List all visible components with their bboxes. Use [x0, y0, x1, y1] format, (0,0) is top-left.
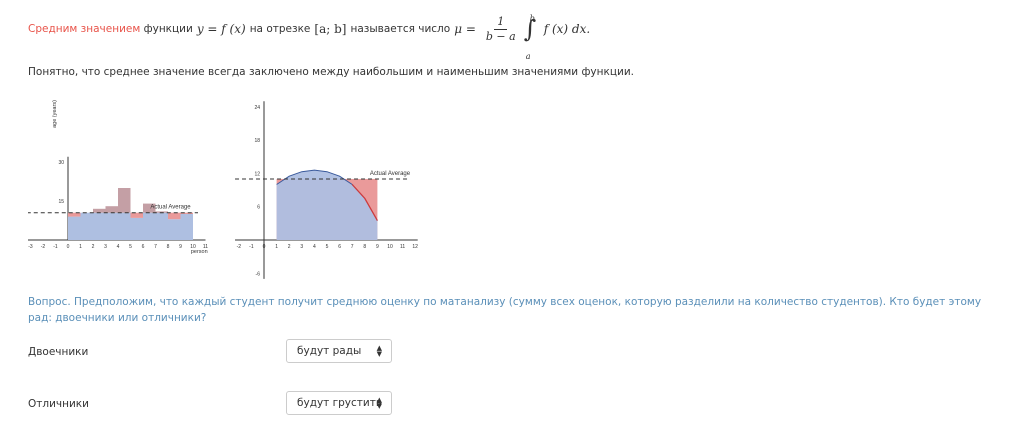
x-tick-label: 0 [263, 244, 266, 250]
x-tick-label: -1 [53, 244, 58, 250]
function-formula: y = f (x) [196, 22, 246, 36]
x-tick-label: -2 [237, 244, 242, 250]
bar-9 [180, 214, 193, 240]
select-failing[interactable]: будут рады ▲ ▼ [286, 339, 392, 363]
bar-3 [105, 212, 118, 240]
definition-text-3: называется число [350, 23, 451, 35]
x-tick-label: 5 [129, 244, 132, 250]
y-axis-label: age (years) [52, 100, 58, 128]
mean-value-definition: Средним значением функции y = f (x) на о… [28, 14, 594, 61]
bar-5 [130, 217, 143, 240]
row-label-excellent: Отличники [28, 398, 89, 410]
bar-2 [93, 212, 106, 240]
x-tick-label: 8 [167, 244, 170, 250]
bar-4 [118, 212, 131, 240]
y-tick-label: 30 [58, 160, 64, 166]
x-tick-label: 5 [326, 244, 329, 250]
bar-chart: Actual Average-3 -2 -1 0 1 2 3 4 5 6 7 8 9 10 11person… [28, 100, 208, 255]
fraction: 1 b − a [483, 15, 519, 44]
definition-text-1: функции [143, 23, 193, 35]
x-tick-label: 12 [412, 244, 418, 250]
x-tick-label: 6 [142, 244, 145, 250]
x-tick-label: 4 [117, 244, 120, 250]
y-tick-label: 12 [254, 171, 260, 177]
average-label: Actual Average [150, 205, 191, 211]
mu-symbol: μ = [454, 22, 476, 36]
x-tick-label: 1 [275, 244, 278, 250]
x-tick-label: 2 [288, 244, 291, 250]
bar-7 [155, 212, 168, 240]
area-chart: Actual Average-2 -1 0 1 2 3 4 5 6 7 8 9 10 11 12-66121… [235, 101, 418, 279]
y-tick-label: -6 [256, 271, 261, 277]
bar-1 [80, 212, 93, 240]
x-tick-label: 3 [104, 244, 107, 250]
integral-upper-bound: b [529, 14, 535, 23]
y-tick-label: 18 [254, 138, 260, 144]
y-tick-label: 15 [58, 199, 64, 205]
x-tick-label: 0 [67, 244, 70, 250]
x-axis-label: person [191, 249, 208, 255]
bar-excess-4 [118, 188, 131, 213]
updown-arrows-icon: ▲ ▼ [376, 344, 382, 358]
x-tick-label: -1 [249, 244, 254, 250]
x-tick-label: 10 [387, 244, 393, 250]
bar-0 [68, 216, 81, 240]
average-label: Actual Average [370, 171, 411, 177]
charts-illustration: Actual Average-3 -2 -1 0 1 2 3 4 5 6 7 8 9 10 11person… [28, 100, 418, 279]
x-tick-label: 7 [154, 244, 157, 250]
updown-arrows-icon: ▲ ▼ [376, 396, 382, 410]
x-tick-label: -2 [41, 244, 46, 250]
x-tick-label: 6 [338, 244, 341, 250]
integrand: f (x) dx. [543, 22, 591, 36]
bar-excess-2 [93, 208, 106, 213]
y-tick-label: 6 [257, 205, 260, 211]
fraction-denominator: b − a [485, 29, 516, 43]
fraction-numerator: 1 [494, 15, 508, 30]
segment-formula: [a; b] [314, 22, 347, 36]
x-tick-label: 2 [92, 244, 95, 250]
x-tick-label: -3 [28, 244, 33, 250]
x-tick-label: 4 [313, 244, 316, 250]
select-failing-value: будут рады [297, 345, 362, 357]
x-tick-label: 8 [363, 244, 366, 250]
bar-deficit-0 [68, 212, 81, 217]
x-tick-label: 7 [351, 244, 354, 250]
x-tick-label: 9 [179, 244, 182, 250]
definition-highlight: Средним значением [28, 23, 141, 35]
x-tick-label: 11 [400, 244, 405, 250]
select-excellent[interactable]: будут грустить ▲ ▼ [286, 391, 392, 415]
row-label-failing: Двоечники [28, 346, 89, 358]
x-tick-label: 9 [376, 244, 379, 250]
integral-sign: ∫ b a [524, 14, 538, 61]
y-tick-label: 24 [254, 105, 260, 111]
bar-deficit-8 [168, 212, 181, 220]
select-excellent-value: будут грустить [297, 397, 383, 409]
bar-8 [168, 219, 181, 240]
x-tick-label: 1 [79, 244, 82, 250]
question-text: Вопрос. Предположим, что каждый студент … [28, 296, 982, 324]
x-tick-label: 3 [300, 244, 303, 250]
bar-deficit-5 [130, 212, 143, 218]
note-text: Понятно, что среднее значение всегда зак… [28, 66, 634, 78]
bar-excess-3 [105, 206, 118, 213]
definition-text-2: на отрезке [249, 23, 311, 35]
bar-6 [143, 212, 156, 240]
